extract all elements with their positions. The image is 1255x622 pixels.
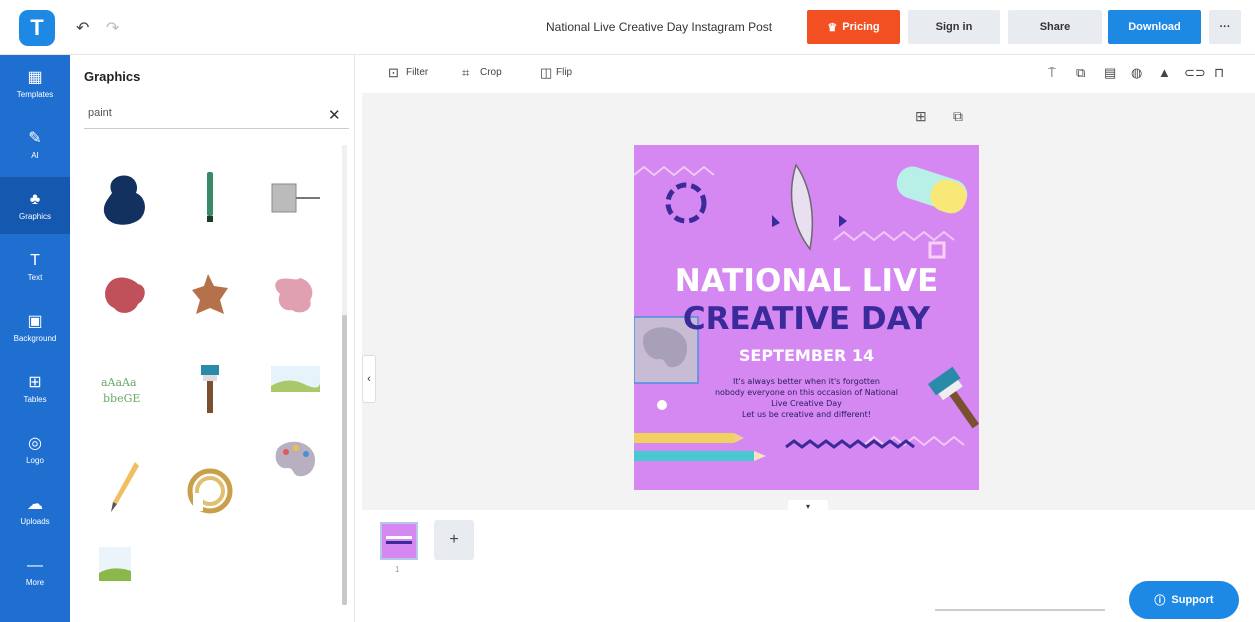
- crop-icon[interactable]: ⌗: [462, 65, 469, 81]
- flip-button[interactable]: Flip: [556, 67, 572, 78]
- text-icon: T: [30, 251, 40, 269]
- graphic-paint-landscape[interactable]: [265, 350, 325, 410]
- chevron-left-icon: ‹: [367, 373, 371, 385]
- poster-body-line2[interactable]: nobody everyone on this occasion of Nati…: [634, 388, 979, 397]
- svg-text:bbeGE: bbeGE: [103, 392, 140, 405]
- panel-title: Graphics: [84, 69, 141, 84]
- graphic-paint-rainbow-swirl[interactable]: [180, 460, 240, 520]
- templates-icon: ▦: [27, 68, 43, 86]
- sidebar-item-label: Logo: [26, 455, 44, 465]
- app-logo[interactable]: T: [19, 10, 55, 46]
- sidebar-item-label: Graphics: [18, 211, 51, 221]
- share-button[interactable]: Share: [1008, 10, 1102, 44]
- cloud-upload-icon: ☁: [27, 495, 43, 513]
- graphic-paint-splash-red[interactable]: [95, 265, 155, 325]
- pricing-button[interactable]: ♛ Pricing: [807, 10, 900, 44]
- pencil-icon: ✎: [28, 129, 42, 147]
- graphic-paint-blob-navy[interactable]: [95, 170, 155, 230]
- filter-icon[interactable]: ⊡: [388, 65, 399, 81]
- sidebar-item-label: Templates: [16, 89, 54, 99]
- editor-toolbar: ⊡ Filter ⌗ Crop ◫ Flip ⍑ ⧉ ▤ ◍ ▲ ⊂⊃ ⊓: [356, 55, 1255, 93]
- sign-in-button[interactable]: Sign in: [908, 10, 1000, 44]
- poster-title-line2[interactable]: CREATIVE DAY: [634, 301, 979, 337]
- logo-icon: ◎: [28, 434, 42, 452]
- sidebar-item-tables[interactable]: ⊞ Tables: [0, 360, 70, 417]
- svg-text:aAaAa: aAaAa: [101, 376, 137, 389]
- graphic-paint-splash-pink[interactable]: [265, 265, 325, 325]
- copy-icon[interactable]: ⧉: [1076, 65, 1085, 81]
- support-button[interactable]: ⓘ Support: [1129, 581, 1239, 619]
- left-sidebar: ▦ Templates ✎ AI ♣ Graphics T Text ▣ Bac…: [0, 55, 70, 622]
- sidebar-item-label: Tables: [23, 394, 47, 404]
- undo-icon[interactable]: ↶: [76, 18, 89, 38]
- layer-icon[interactable]: ▤: [1104, 65, 1116, 81]
- graphic-paint-stick[interactable]: [180, 170, 240, 230]
- sidebar-item-templates[interactable]: ▦ Templates: [0, 55, 70, 112]
- zoom-slider[interactable]: [935, 609, 1105, 611]
- crop-button[interactable]: Crop: [480, 67, 502, 78]
- lock-icon[interactable]: ▲: [1158, 65, 1171, 80]
- graphic-paint-roller[interactable]: [265, 170, 325, 230]
- graphic-paint-text-green[interactable]: aAaAa bbeGE: [95, 360, 155, 420]
- link-icon[interactable]: ⊂⊃: [1184, 65, 1206, 81]
- graphic-paint-palette[interactable]: [265, 430, 325, 490]
- trash-icon[interactable]: ⊓: [1214, 65, 1224, 81]
- sidebar-item-uploads[interactable]: ☁ Uploads: [0, 482, 70, 539]
- add-page-icon[interactable]: ⊞: [915, 108, 927, 125]
- design-canvas[interactable]: NATIONAL LIVE CREATIVE DAY SEPTEMBER 14 …: [634, 145, 979, 490]
- sidebar-item-label: More: [25, 577, 45, 587]
- chevron-down-icon: ▾: [805, 501, 810, 511]
- help-icon: ⓘ: [1154, 595, 1166, 607]
- close-icon[interactable]: ✕: [328, 106, 341, 124]
- add-page-button[interactable]: +: [434, 520, 474, 560]
- sidebar-item-graphics[interactable]: ♣ Graphics: [0, 177, 70, 234]
- sidebar-item-more[interactable]: — More: [0, 543, 70, 600]
- poster-body-line1[interactable]: It's always better when it's forgotten: [634, 377, 979, 386]
- poster-date[interactable]: SEPTEMBER 14: [634, 346, 979, 365]
- crown-icon: ♛: [827, 21, 838, 34]
- sidebar-item-logo[interactable]: ◎ Logo: [0, 421, 70, 478]
- graphic-paint-splash-brown[interactable]: [180, 265, 240, 325]
- poster-body-line3[interactable]: Live Creative Day: [634, 399, 979, 408]
- poster-body-line4[interactable]: Let us be creative and different!: [634, 410, 979, 419]
- sidebar-item-label: Background: [13, 333, 57, 343]
- document-title[interactable]: National Live Creative Day Instagram Pos…: [546, 20, 772, 34]
- pages-toggle-button[interactable]: ▾: [788, 500, 828, 512]
- format-paint-icon[interactable]: ⍑: [1048, 65, 1056, 81]
- graphic-paint-frame-landscape[interactable]: [85, 535, 145, 595]
- sidebar-item-background[interactable]: ▣ Background: [0, 299, 70, 356]
- download-button[interactable]: Download: [1108, 10, 1201, 44]
- support-label: Support: [1171, 594, 1214, 606]
- collapse-panel-button[interactable]: ‹: [362, 355, 376, 403]
- page-number: 1: [395, 565, 400, 574]
- background-icon: ▣: [27, 312, 43, 330]
- search-input[interactable]: paint: [84, 101, 349, 129]
- more-icon: —: [27, 556, 43, 574]
- sidebar-item-label: Uploads: [20, 516, 50, 526]
- table-icon: ⊞: [28, 373, 42, 391]
- scrollbar-thumb[interactable]: [342, 315, 347, 605]
- graphic-paint-brush[interactable]: [180, 360, 240, 420]
- graphic-artist-brush[interactable]: [95, 455, 155, 515]
- more-options-button[interactable]: ···: [1209, 10, 1241, 44]
- page-thumbnail[interactable]: [380, 522, 418, 560]
- sidebar-item-label: AI: [31, 150, 39, 160]
- graphics-icon: ♣: [29, 190, 41, 208]
- filter-button[interactable]: Filter: [406, 67, 428, 78]
- flip-icon[interactable]: ◫: [540, 65, 552, 81]
- sidebar-item-label: Text: [27, 272, 43, 282]
- opacity-icon[interactable]: ◍: [1131, 65, 1142, 81]
- redo-icon[interactable]: ↷: [106, 18, 119, 38]
- pricing-label: Pricing: [842, 21, 880, 33]
- duplicate-page-icon[interactable]: ⧉: [953, 108, 963, 125]
- poster-title-line1[interactable]: NATIONAL LIVE: [634, 263, 979, 299]
- sidebar-item-text[interactable]: T Text: [0, 238, 70, 295]
- graphics-panel: Graphics paint ✕ aAaAa bbeGE: [70, 55, 355, 622]
- sidebar-item-ai[interactable]: ✎ AI: [0, 116, 70, 173]
- top-bar: T ↶ ↷ National Live Creative Day Instagr…: [0, 0, 1255, 55]
